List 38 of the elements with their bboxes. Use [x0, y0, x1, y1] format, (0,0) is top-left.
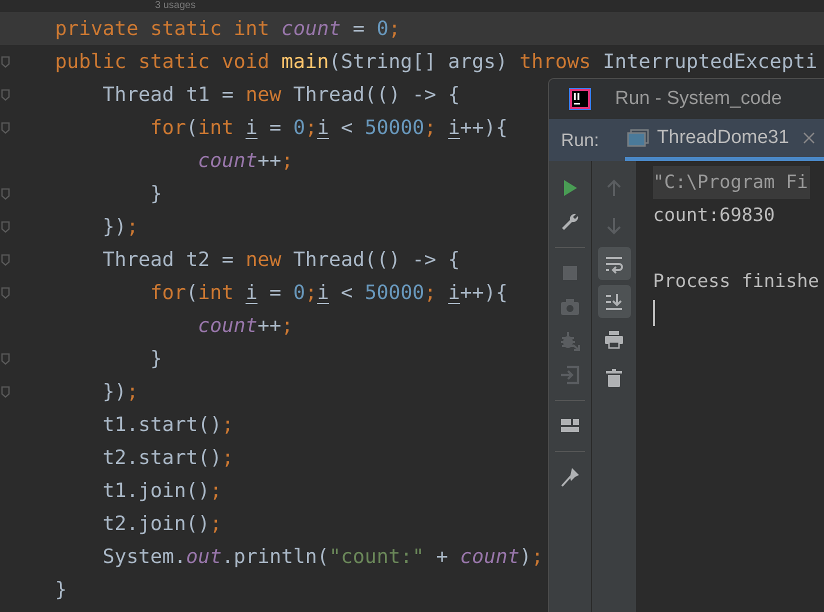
- close-icon[interactable]: [803, 132, 816, 144]
- code-line: for(int i = 0;i < 50000; i++){: [149, 280, 508, 306]
- code-line: Thread t2 = new Thread(() -> {: [102, 247, 460, 273]
- run-label: Run:: [560, 128, 600, 152]
- code-line: }: [149, 346, 162, 372]
- app-logo-icon: [569, 88, 591, 110]
- code-line: t1.join();: [102, 478, 222, 504]
- soft-wrap-icon[interactable]: [598, 247, 630, 280]
- code-line: });: [102, 214, 138, 240]
- fold-marker-icon[interactable]: [1, 220, 10, 232]
- fold-marker-icon[interactable]: [1, 386, 10, 398]
- code-line: t2.start();: [102, 445, 234, 471]
- fold-marker-icon[interactable]: [1, 254, 10, 266]
- fold-marker-icon[interactable]: [1, 122, 10, 134]
- code-line: }: [55, 577, 67, 603]
- code-line: count++;: [196, 313, 294, 339]
- code-line: Thread t1 = new Thread(() -> {: [102, 82, 460, 108]
- fold-marker-icon[interactable]: [1, 352, 10, 364]
- console-output-line: Process finishe: [653, 270, 820, 294]
- fold-marker-icon[interactable]: [1, 286, 10, 298]
- code-line: t1.start();: [102, 412, 234, 438]
- code-line: System.out.println("count:" + count);: [102, 544, 544, 570]
- console-output-line: count:69830: [653, 204, 775, 228]
- code-line: }: [149, 181, 162, 207]
- fold-marker-icon[interactable]: [1, 56, 10, 68]
- code-line: count++;: [196, 148, 294, 174]
- fold-marker-icon[interactable]: [1, 188, 10, 200]
- console-icon: [627, 129, 650, 147]
- code-line: for(int i = 0;i < 50000; i++){: [149, 115, 508, 141]
- usages-hint[interactable]: 3 usages: [155, 0, 196, 11]
- text-cursor: [653, 300, 655, 326]
- scroll-to-end-icon[interactable]: [598, 285, 630, 318]
- code-line: });: [102, 379, 138, 405]
- window-title: Run - System_code: [615, 86, 782, 111]
- fold-marker-icon[interactable]: [1, 88, 10, 100]
- code-line: t2.join();: [102, 511, 222, 537]
- code-line: private static int count = 0;: [55, 16, 400, 42]
- code-line: public static void main(String[] args) throws InterruptedExcepti: [55, 49, 818, 75]
